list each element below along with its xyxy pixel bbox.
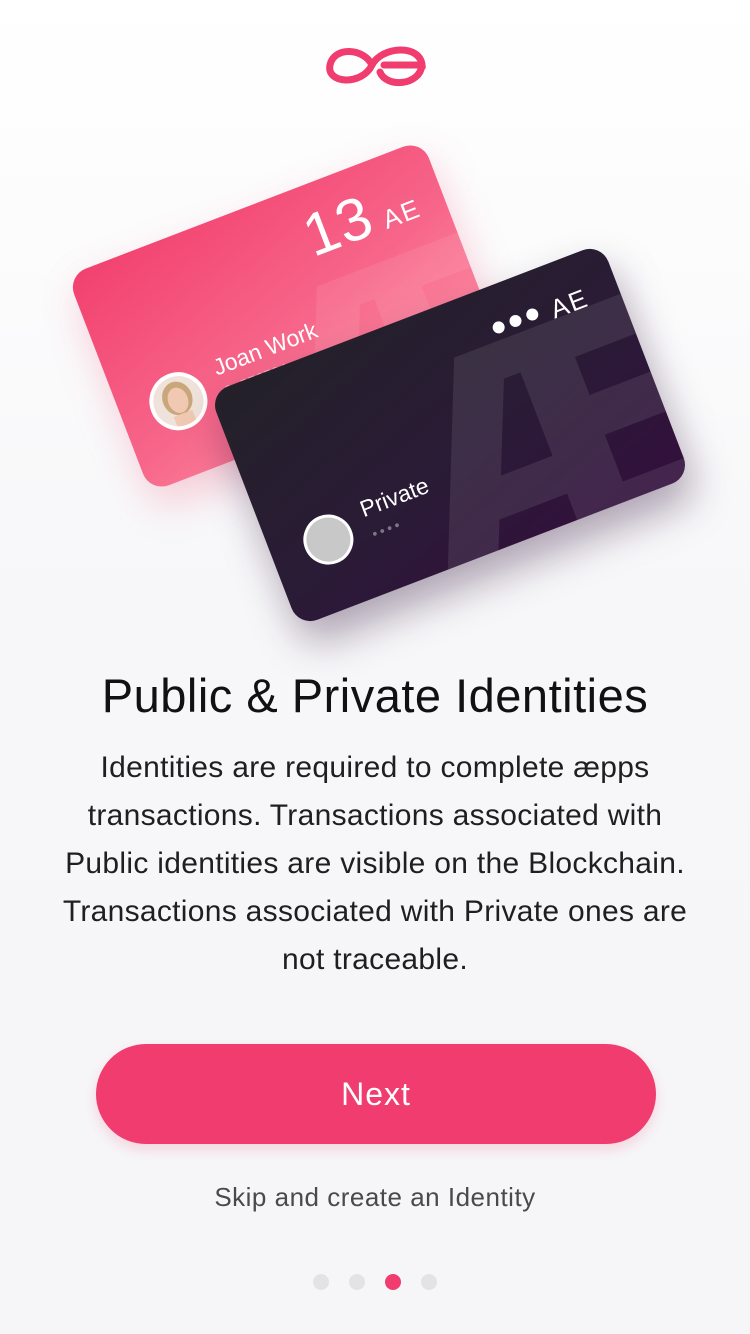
avatar — [140, 363, 216, 439]
identity-cards-illustration: Æ 13 AE Joan Work 0x5E6794••• Æ AE Priva… — [0, 120, 750, 627]
page-title: Public & Private Identities — [101, 669, 649, 722]
avatar — [296, 507, 361, 572]
page-dot[interactable] — [313, 1274, 329, 1290]
page-dot[interactable] — [349, 1274, 365, 1290]
aeternity-logo-icon — [326, 46, 426, 87]
skip-link[interactable]: Skip and create an Identity — [0, 1182, 750, 1213]
description-text: Identities are required to complete æpps… — [62, 751, 688, 976]
page-indicator — [0, 1274, 750, 1290]
page-dot[interactable] — [421, 1274, 437, 1290]
page-dot-active[interactable] — [385, 1274, 401, 1290]
next-button[interactable]: Next — [96, 1044, 656, 1144]
